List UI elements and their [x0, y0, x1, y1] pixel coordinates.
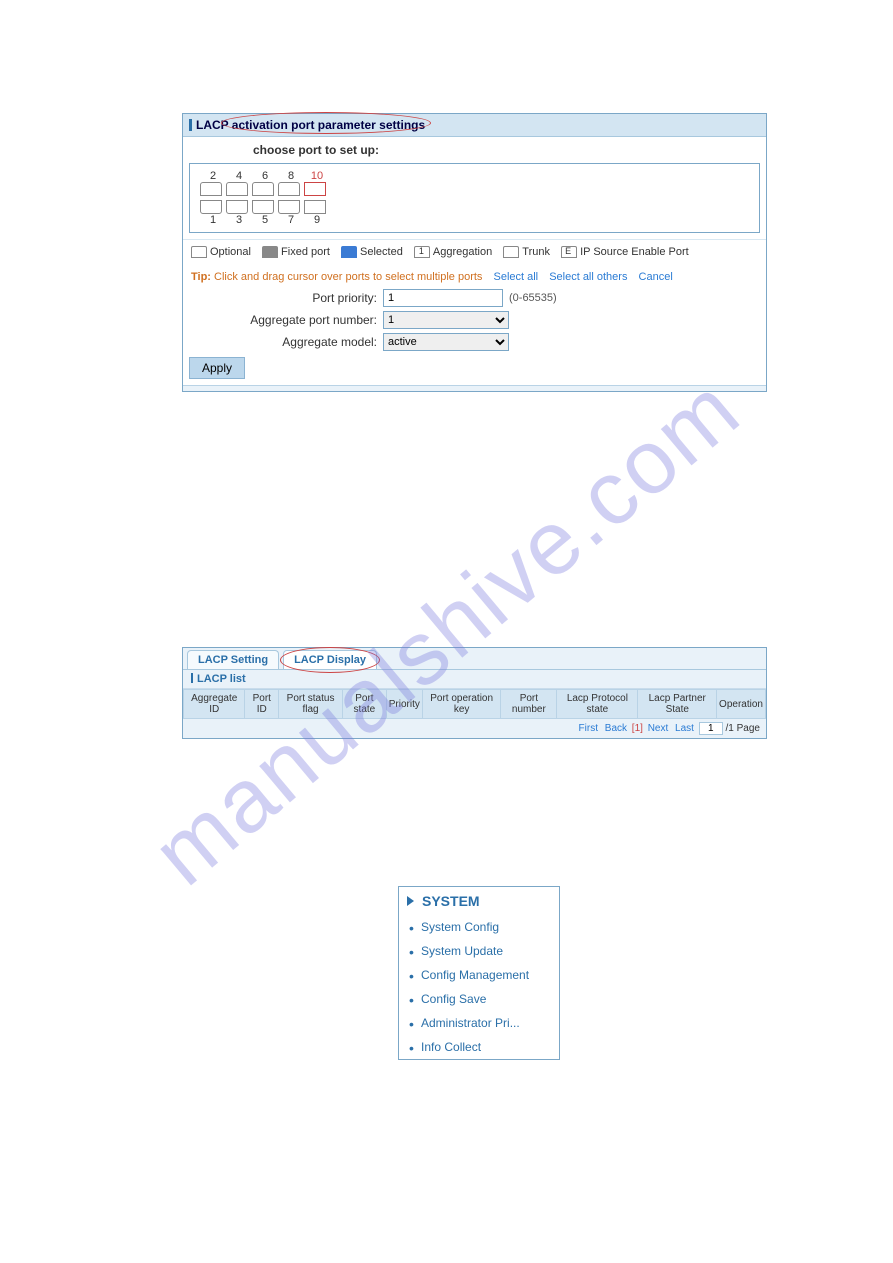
- sidebar-item-administrator-pri[interactable]: Administrator Pri...: [399, 1011, 559, 1035]
- panel-footer-strip: [183, 385, 766, 391]
- port-num: 7: [280, 214, 302, 226]
- pager-back[interactable]: Back: [605, 723, 627, 734]
- sidebar-item-info-collect[interactable]: Info Collect: [399, 1035, 559, 1059]
- port-icons-bottom: [200, 200, 749, 214]
- port-icon[interactable]: [252, 200, 274, 214]
- pager-input[interactable]: [699, 722, 723, 735]
- select-all-link[interactable]: Select all: [493, 271, 538, 283]
- legend-trunk: Trunk: [522, 246, 550, 258]
- tab-lacp-setting[interactable]: LACP Setting: [187, 650, 279, 669]
- sidebar-item-config-save[interactable]: Config Save: [399, 987, 559, 1011]
- cancel-link[interactable]: Cancel: [639, 271, 673, 283]
- agg-model-row: Aggregate model: active: [183, 331, 766, 353]
- panel-title: LACP activation port parameter settings: [183, 114, 766, 137]
- port-icon[interactable]: [200, 200, 222, 214]
- system-header[interactable]: SYSTEM: [399, 887, 559, 915]
- port-priority-label: Port priority:: [183, 291, 383, 305]
- legend-aggregation: Aggregation: [433, 246, 492, 258]
- port-numbers-bottom: 1 3 5 7 9: [202, 214, 749, 226]
- col-lacp-protocol-state: Lacp Protocol state: [557, 690, 638, 719]
- pager-first[interactable]: First: [579, 723, 598, 734]
- aggregation-icon: [414, 246, 430, 258]
- port-num: 3: [228, 214, 250, 226]
- col-port-number: Port number: [501, 690, 557, 719]
- port-num: 1: [202, 214, 224, 226]
- agg-model-label: Aggregate model:: [183, 335, 383, 349]
- sidebar-item-system-update[interactable]: System Update: [399, 939, 559, 963]
- fixed-port-icon: [262, 246, 278, 258]
- system-menu-panel: SYSTEM System Config System Update Confi…: [398, 886, 560, 1060]
- system-header-text: SYSTEM: [422, 893, 480, 909]
- pager-last[interactable]: Last: [675, 723, 694, 734]
- agg-port-num-row: Aggregate port number: 1: [183, 309, 766, 331]
- col-port-id: Port ID: [245, 690, 279, 719]
- port-priority-hint: (0-65535): [509, 292, 557, 304]
- pager-next[interactable]: Next: [648, 723, 669, 734]
- port-num: 9: [306, 214, 328, 226]
- pager-suffix: /1 Page: [726, 723, 760, 734]
- watermark-text: manualshive.com: [134, 357, 760, 905]
- col-aggregate-id: Aggregate ID: [184, 690, 245, 719]
- col-lacp-partner-state: Lacp Partner State: [638, 690, 717, 719]
- legend-fixed: Fixed port: [281, 246, 330, 258]
- legend-selected: Selected: [360, 246, 403, 258]
- ipsrc-icon: [561, 246, 577, 258]
- tip-text: Click and drag cursor over ports to sele…: [214, 271, 482, 283]
- col-operation: Operation: [717, 690, 766, 719]
- port-numbers-top: 2 4 6 8 10: [202, 170, 749, 182]
- port-icon[interactable]: [226, 182, 248, 196]
- port-num: 2: [202, 170, 224, 182]
- trunk-icon: [503, 246, 519, 258]
- pager-current: [1]: [632, 723, 643, 734]
- col-port-operation-key: Port operation key: [422, 690, 501, 719]
- port-num: 5: [254, 214, 276, 226]
- legend-optional: Optional: [210, 246, 251, 258]
- tip-label: Tip:: [191, 271, 211, 283]
- arrow-right-icon: [407, 896, 414, 906]
- legend-row: Optional Fixed port Selected Aggregation…: [183, 239, 766, 267]
- apply-button[interactable]: Apply: [189, 357, 245, 379]
- agg-model-select[interactable]: active: [383, 333, 509, 351]
- port-icon[interactable]: [252, 182, 274, 196]
- port-num: 8: [280, 170, 302, 182]
- choose-port-label: choose port to set up:: [183, 137, 766, 163]
- legend-ipsrc: IP Source Enable Port: [580, 246, 689, 258]
- tabs-row: LACP Setting LACP Display: [183, 648, 766, 670]
- optional-icon: [191, 246, 207, 258]
- port-icon[interactable]: [200, 182, 222, 196]
- port-num-selected: 10: [306, 170, 328, 182]
- col-priority: Priority: [386, 690, 422, 719]
- panel-title-text: LACP activation port parameter settings: [196, 118, 425, 132]
- col-port-state: Port state: [343, 690, 387, 719]
- selected-icon: [341, 246, 357, 258]
- lacp-settings-panel: LACP activation port parameter settings …: [182, 113, 767, 392]
- tip-row: Tip: Click and drag cursor over ports to…: [183, 267, 766, 287]
- port-priority-input[interactable]: [383, 289, 503, 307]
- sidebar-item-system-config[interactable]: System Config: [399, 915, 559, 939]
- agg-port-num-label: Aggregate port number:: [183, 313, 383, 327]
- port-icon[interactable]: [278, 182, 300, 196]
- port-icon-selected[interactable]: [304, 182, 326, 196]
- port-num: 6: [254, 170, 276, 182]
- sidebar-item-config-management[interactable]: Config Management: [399, 963, 559, 987]
- select-all-others-link[interactable]: Select all others: [549, 271, 627, 283]
- col-port-status-flag: Port status flag: [279, 690, 343, 719]
- port-icons-top: [200, 182, 749, 196]
- lacp-table: Aggregate ID Port ID Port status flag Po…: [183, 689, 766, 719]
- lacp-list-title: LACP list: [183, 670, 766, 689]
- port-icon[interactable]: [226, 200, 248, 214]
- port-num: 4: [228, 170, 250, 182]
- port-selector-box: 2 4 6 8 10 1 3 5 7 9: [189, 163, 760, 233]
- table-header-row: Aggregate ID Port ID Port status flag Po…: [184, 690, 766, 719]
- pager: First Back [1] Next Last /1 Page: [183, 719, 766, 738]
- lacp-display-panel: LACP Setting LACP Display LACP list Aggr…: [182, 647, 767, 739]
- port-icon[interactable]: [278, 200, 300, 214]
- port-icon[interactable]: [304, 200, 326, 214]
- apply-row: Apply: [183, 353, 766, 385]
- agg-port-num-select[interactable]: 1: [383, 311, 509, 329]
- tab-lacp-display[interactable]: LACP Display: [283, 650, 377, 669]
- port-priority-row: Port priority: (0-65535): [183, 287, 766, 309]
